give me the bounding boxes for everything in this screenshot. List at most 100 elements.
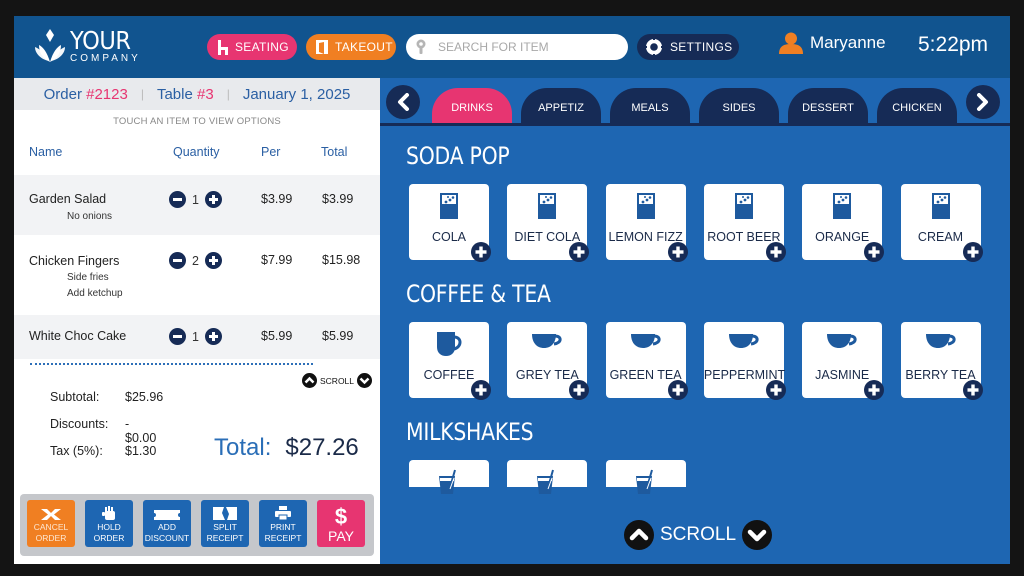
user-name: Maryanne [810,33,886,52]
add-item-plus-icon[interactable] [864,380,885,405]
discounts-label: Discounts: [50,417,109,431]
menu-item-tile[interactable]: BERRY TEA [900,322,983,400]
divider: | [140,87,144,101]
add-item-plus-icon[interactable] [569,380,590,405]
menu-item-tile[interactable]: LEMON FIZZ [605,184,688,262]
add-item-plus-icon[interactable] [471,380,491,405]
add-item-plus-icon[interactable] [864,242,885,267]
action-line1: ADD [158,522,176,532]
item-per-price: $7.99 [261,253,293,267]
user-profile[interactable]: Maryanne [778,32,886,54]
tab-meals[interactable]: MEALS [610,88,690,123]
add-item-plus-icon[interactable] [569,242,590,267]
takeout-button[interactable]: TAKEOUT [306,34,396,60]
tab-drinks[interactable]: DRINKS [432,88,512,123]
tab-appetizers[interactable]: APPETIZ [521,88,601,123]
order-hint: TOUCH AN ITEM TO VIEW OPTIONS [113,116,281,127]
plus-icon[interactable] [205,191,222,208]
col-name: Name [29,145,63,159]
add-item-plus-icon[interactable] [471,242,491,267]
add-item-plus-icon[interactable] [962,380,983,405]
scroll-down-icon[interactable] [742,520,773,550]
menu-item-tile[interactable]: PEPPERMINT [703,322,786,400]
scroll-up-icon[interactable] [302,373,317,388]
hold-order-button[interactable]: HOLD ORDER [85,500,133,547]
category-title-milkshakes: MILKSHAKES [406,418,534,446]
menu-item-tile[interactable]: GREY TEA [507,322,590,400]
item-name: Garden Salad [29,192,107,206]
minus-icon[interactable] [169,191,186,208]
menu-item-tile[interactable] [605,460,686,494]
plus-icon[interactable] [205,252,222,269]
order-row[interactable]: White Choc Cake 1 $5.99 $5.99 [14,315,380,359]
door-icon [316,40,328,54]
logo-line2: COMPANY [70,53,141,64]
menu-item-tile[interactable]: DIET COLA [507,184,590,262]
total-label: Total: [214,434,272,461]
order-row[interactable]: Garden Salad No onions 1 $3.99 $3.99 [14,175,380,235]
order-row[interactable]: Chicken Fingers Side fries Add ketchup 2… [14,235,380,315]
soda-glass-icon [507,193,587,219]
search-input[interactable] [438,40,608,54]
tea-cup-icon [606,331,686,351]
print-receipt-button[interactable]: PRINT RECEIPT [259,500,307,547]
menu-item-tile[interactable]: CREAM [900,184,983,262]
item-name: Chicken Fingers [29,254,120,268]
dollar-icon: $ [334,504,348,529]
ticket-icon [154,510,180,520]
order-date: January 1, 2025 [242,85,351,103]
menu-item-tile[interactable] [507,460,588,494]
menu-scroll-control: SCROLL [624,520,773,550]
plus-icon[interactable] [205,328,222,345]
milkshake-icon [507,469,587,495]
subtotal-value: $25.96 [125,390,164,404]
soda-glass-icon [802,193,882,219]
add-item-plus-icon[interactable] [962,242,983,267]
menu-item-tile[interactable]: ROOT BEER [703,184,786,262]
table-number-value: #3 [197,85,214,103]
seating-button[interactable]: SEATING [207,34,297,60]
order-table-header: Name Quantity Per Total [14,139,380,175]
tab-chicken[interactable]: CHICKEN [877,88,957,123]
search-box[interactable] [406,34,628,60]
table-number: Table #3 [157,86,214,103]
tabs-prev-button[interactable] [386,85,420,119]
item-name: White Choc Cake [29,329,127,343]
divider: | [226,87,230,101]
settings-button[interactable]: SETTINGS [637,34,739,60]
scroll-down-icon[interactable] [357,373,373,388]
menu-item-tile[interactable]: GREEN TEA [605,322,688,400]
col-total: Total [321,145,348,159]
menu-item-tile[interactable] [409,460,489,494]
add-item-plus-icon[interactable] [667,380,688,405]
tabs-next-button[interactable] [966,85,1000,119]
total-value: $27.26 [285,434,359,461]
col-quantity: Quantity [173,145,220,159]
split-receipt-button[interactable]: SPLIT RECEIPT [201,500,249,547]
scroll-label: SCROLL [660,524,737,545]
pay-button[interactable]: $ PAY [317,500,365,547]
tab-dessert[interactable]: DESSERT [788,88,868,123]
user-icon [779,32,803,54]
coffee-mug-icon [409,331,489,357]
add-item-plus-icon[interactable] [765,242,786,267]
minus-icon[interactable] [169,252,186,269]
menu-item-tile[interactable]: ORANGE [802,184,885,262]
clock: 5:22pm [918,33,989,56]
minus-icon[interactable] [169,328,186,345]
tab-sides[interactable]: SIDES [699,88,779,123]
menu-item-tile[interactable]: COFFEE [409,322,491,400]
menu-item-tile[interactable]: JASMINE [802,322,885,400]
item-modifier: Side fries [67,272,109,283]
scroll-up-icon[interactable] [624,520,654,550]
tea-cup-icon [507,331,587,351]
order-scroll-control: SCROLL [302,373,373,388]
order-number-value: #2123 [86,85,128,103]
cancel-order-button[interactable]: CANCEL ORDER [27,500,75,547]
menu-item-tile[interactable]: COLA [409,184,491,262]
add-item-plus-icon[interactable] [765,380,786,405]
add-item-plus-icon[interactable] [667,242,688,267]
quantity-stepper: 1 [169,328,222,345]
add-discount-button[interactable]: ADD DISCOUNT [143,500,191,547]
logo-line1: YOUR [70,26,131,55]
